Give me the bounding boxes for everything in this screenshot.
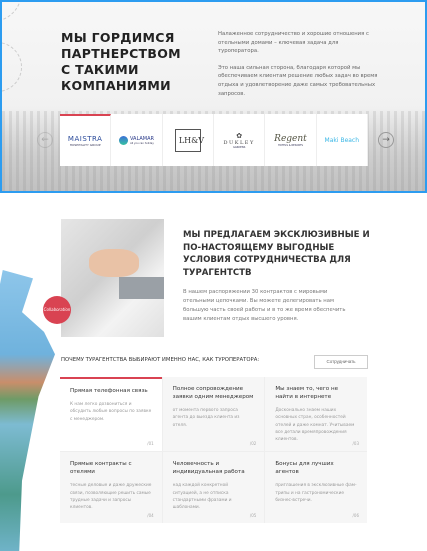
title-line: Мы гордимся	[61, 30, 175, 45]
partners-title: Мы гордимся партнерством с такими компан…	[61, 30, 181, 94]
logo-text: LH&V	[174, 128, 204, 152]
partner-logos-carousel: MAISTRA HOSPITALITY GROUP VALAMAR All you …	[60, 114, 368, 166]
logo-dukley[interactable]: ✿ DUKLEY GARDENS	[213, 114, 266, 166]
card-text: приглашения в эксклюзивные фам-трипы и н…	[275, 483, 357, 504]
title-line: с такими	[61, 62, 139, 77]
benefit-card[interactable]: Прямая телефонная связь К нам легко дозво…	[60, 377, 162, 452]
paragraph: Налаженное сотрудничество и хорошие отно…	[218, 31, 369, 55]
card-text: тесные деловые и даже дружеские связи, п…	[70, 483, 152, 511]
card-title: Человечность и индивидуальная работа	[172, 461, 245, 476]
logo-text: Regent	[274, 133, 307, 144]
card-number: /06	[352, 513, 359, 518]
card-number: /04	[147, 513, 154, 518]
title-line: компаниями	[61, 78, 171, 93]
collaboration-badge: Collaboration	[43, 296, 71, 324]
partners-description: Налаженное сотрудничество и хорошие отно…	[218, 30, 378, 98]
partners-section: Мы гордимся партнерством с такими компан…	[0, 0, 427, 193]
logo-text: MAISTRA	[67, 135, 103, 143]
logo-text: Maki Beach	[324, 136, 360, 144]
decorative-circle	[2, 42, 22, 92]
benefit-card[interactable]: Полное сопровождение заявки одним менедж…	[162, 377, 265, 452]
paragraph: Это наша сильная сторона, благодаря кото…	[218, 64, 378, 97]
card-number: /01	[147, 441, 154, 447]
card-title: Прямая телефонная связь	[70, 388, 148, 394]
logo-sub: GARDENS	[232, 145, 246, 149]
logo-valamar[interactable]: VALAMAR All you can holiday	[111, 114, 163, 166]
logo-lhv[interactable]: LH&V	[162, 114, 214, 166]
card-text: Досконально знаем наших основных стран, …	[275, 408, 355, 443]
card-text: от момента первого запроса агента до вые…	[172, 408, 240, 428]
card-text: К нам легко дозвониться и обсудить любые…	[70, 402, 152, 422]
logo-regent[interactable]: Regent HOTELS & RESORTS	[265, 114, 317, 166]
title-line: партнерством	[61, 46, 181, 61]
offer-title: Мы предлагаем эксклюзивные и по-настояще…	[183, 230, 370, 278]
card-title: Прямые контракты с отелями	[70, 461, 132, 476]
logo-sub: HOTELS & RESORTS	[277, 143, 303, 147]
benefit-card[interactable]: Мы знаем то, чего не найти в интернете До…	[265, 377, 367, 452]
why-title: Почему турагентства выбирают именно нас,…	[61, 357, 260, 363]
dukley-icon: ✿	[236, 131, 243, 140]
card-number: /03	[352, 441, 359, 447]
logo-maistra[interactable]: MAISTRA HOSPITALITY GROUP	[60, 114, 112, 166]
benefit-card[interactable]: Прямые контракты с отелями тесные деловые…	[60, 452, 162, 523]
card-number: /02	[249, 441, 257, 447]
benefit-card[interactable]: Человечность и индивидуальная работа над …	[162, 452, 265, 523]
card-title: Полное сопровождение заявки одним менедж…	[172, 386, 254, 400]
prev-arrow-button[interactable]: ←	[37, 132, 53, 148]
card-number: /05	[249, 513, 257, 518]
logo-text: VALAMAR	[129, 135, 155, 142]
logo-text: DUKLEY	[223, 139, 255, 146]
next-arrow-button[interactable]: →	[378, 132, 394, 148]
card-title: Мы знаем то, чего не найти в интернете	[275, 386, 339, 400]
card-text: над каждой конкретной ситуацией, а не от…	[172, 483, 232, 511]
valamar-icon	[118, 135, 128, 145]
benefits-grid: Прямая телефонная связь К нам легко дозво…	[60, 377, 367, 523]
handshake-shape	[89, 249, 139, 277]
card-title: Бонусы для лучших агентов	[275, 461, 334, 476]
offer-description: В нашем распоряжении 30 контрактов с мир…	[183, 289, 346, 322]
logo-sub: HOSPITALITY GROUP	[69, 143, 101, 147]
laptop-shape	[119, 277, 164, 299]
handshake-photo	[61, 219, 164, 337]
logo-maki-beach[interactable]: Maki Beach	[316, 114, 368, 166]
logo-sub: All you can holiday	[130, 141, 154, 145]
decorative-circle	[2, 2, 22, 22]
cooperate-button[interactable]: Сотрудничать	[314, 355, 368, 369]
benefit-card[interactable]: Бонусы для лучших агентов приглашения в э…	[265, 452, 367, 523]
